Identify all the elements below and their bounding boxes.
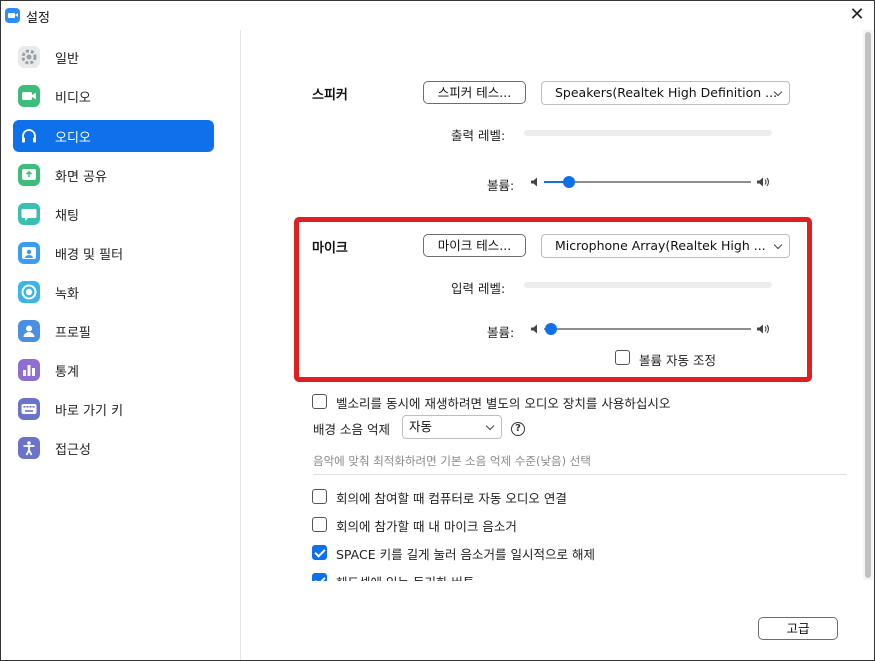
sidebar-item-video[interactable]: 비디오 xyxy=(13,80,214,112)
output-level-label: 출력 레벨: xyxy=(451,128,506,143)
profile-icon xyxy=(18,320,40,342)
chevron-down-icon xyxy=(485,421,495,431)
sidebar-item-chat[interactable]: 채팅 xyxy=(13,198,214,230)
headset-sync-label: 헤드셋에 있는 동기화 버튼 xyxy=(336,572,474,581)
sidebar-item-background-filters[interactable]: 배경 및 필터 xyxy=(13,237,214,269)
test-mic-button[interactable]: 마이크 테스... xyxy=(423,234,526,257)
accessibility-icon xyxy=(18,437,40,459)
noise-suppression-value: 자동 xyxy=(409,419,433,434)
volume-high-icon xyxy=(757,324,770,334)
mic-device-select[interactable]: Microphone Array(Realtek High ... xyxy=(541,234,790,258)
sidebar-item-label: 오디오 xyxy=(55,131,91,146)
title-bar: 설정 ✕ xyxy=(1,1,874,30)
keyboard-icon xyxy=(18,398,40,420)
sidebar-item-label: 일반 xyxy=(55,52,79,67)
advanced-button[interactable]: 고급 xyxy=(758,617,838,640)
share-screen-icon xyxy=(18,164,40,186)
sidebar-item-label: 접근성 xyxy=(55,443,91,458)
noise-suppression-hint: 음악에 맞춰 최적화하려면 기본 소음 억제 수준(낮음) 선택 xyxy=(313,454,591,468)
chevron-down-icon xyxy=(773,240,783,250)
speaker-section-title: 스피커 xyxy=(312,88,348,103)
input-level-label: 입력 레벨: xyxy=(451,281,506,296)
close-icon[interactable]: ✕ xyxy=(846,4,868,26)
scrollbar-thumb[interactable] xyxy=(865,32,871,578)
sidebar-item-shortcuts[interactable]: 바로 가기 키 xyxy=(13,393,214,425)
headset-sync-checkbox[interactable] xyxy=(312,573,327,581)
sidebar-item-accessibility[interactable]: 접근성 xyxy=(13,432,214,464)
partially-visible-row: 헤드셋에 있는 동기화 버튼 xyxy=(301,569,861,581)
mic-volume-slider[interactable] xyxy=(544,328,751,330)
mic-volume-label: 볼륨: xyxy=(487,325,515,340)
sidebar-item-label: 바로 가기 키 xyxy=(55,404,124,419)
sidebar-item-label: 비디오 xyxy=(55,91,91,106)
mic-volume-thumb[interactable] xyxy=(545,323,557,335)
sidebar-item-audio[interactable]: 오디오 xyxy=(13,120,214,152)
separate-ringtone-checkbox[interactable] xyxy=(312,394,327,409)
mic-section-title: 마이크 xyxy=(312,241,348,256)
divider xyxy=(313,474,847,475)
input-level-meter xyxy=(524,282,772,288)
auto-adjust-volume-checkbox[interactable] xyxy=(615,350,630,365)
speaker-volume-slider[interactable] xyxy=(544,181,751,183)
sidebar-item-statistics[interactable]: 통계 xyxy=(13,354,214,386)
volume-low-icon xyxy=(531,324,537,334)
speaker-volume-thumb[interactable] xyxy=(562,176,575,188)
help-icon[interactable]: ? xyxy=(511,422,525,436)
sidebar-item-share-screen[interactable]: 화면 공유 xyxy=(13,159,214,191)
mic-device-value: Microphone Array(Realtek High ... xyxy=(555,238,766,253)
sidebar-item-label: 화면 공유 xyxy=(55,170,107,185)
auto-adjust-volume-label: 볼륨 자동 조정 xyxy=(639,353,716,368)
chat-icon xyxy=(18,203,40,225)
sidebar-item-general[interactable]: 일반 xyxy=(13,41,214,73)
mute-on-join-label: 회의에 참가할 때 내 마이크 음소거 xyxy=(336,519,517,534)
window-title: 설정 xyxy=(26,11,50,26)
mute-on-join-checkbox[interactable] xyxy=(312,517,327,532)
output-level-meter xyxy=(524,130,772,136)
speaker-device-value: Speakers(Realtek High Definition ... xyxy=(555,85,778,100)
sidebar-item-label: 녹화 xyxy=(55,287,79,302)
volume-high-icon xyxy=(757,177,770,187)
noise-suppression-label: 배경 소음 억제 xyxy=(313,422,390,437)
speaker-volume-label: 볼륨: xyxy=(487,178,515,193)
auto-join-audio-label: 회의에 참여할 때 컴퓨터로 자동 오디오 연결 xyxy=(336,491,567,506)
space-unmute-checkbox[interactable] xyxy=(312,545,327,560)
test-speaker-button[interactable]: 스피커 테스... xyxy=(423,81,526,104)
sidebar-item-recording[interactable]: 녹화 xyxy=(13,276,214,308)
auto-join-audio-checkbox[interactable] xyxy=(312,489,327,504)
background-icon xyxy=(18,242,40,264)
sidebar-item-label: 통계 xyxy=(55,365,79,380)
sidebar-item-label: 채팅 xyxy=(55,209,79,224)
noise-suppression-select[interactable]: 자동 xyxy=(402,415,502,439)
zoom-app-icon xyxy=(5,8,20,23)
settings-window: 설정 ✕ 일반 비디오 오디오 화면 공유 채팅 배경 및 필터 녹화 프로필 … xyxy=(0,0,875,661)
video-icon xyxy=(18,85,40,107)
record-icon xyxy=(18,281,40,303)
sidebar-item-label: 프로필 xyxy=(55,326,91,341)
headphones-icon xyxy=(18,125,40,147)
space-unmute-label: SPACE 키를 길게 눌러 음소거를 일시적으로 해제 xyxy=(336,547,595,562)
separate-ringtone-label: 벨소리를 동시에 재생하려면 별도의 오디오 장치를 사용하십시오 xyxy=(336,396,671,411)
gear-icon xyxy=(18,46,40,68)
sidebar-item-label: 배경 및 필터 xyxy=(55,248,124,263)
sidebar-item-profile[interactable]: 프로필 xyxy=(13,315,214,347)
speaker-device-select[interactable]: Speakers(Realtek High Definition ... xyxy=(541,81,790,105)
stats-icon xyxy=(18,359,40,381)
sidebar: 일반 비디오 오디오 화면 공유 채팅 배경 및 필터 녹화 프로필 통계 바로… xyxy=(1,30,241,660)
volume-low-icon xyxy=(531,177,537,187)
